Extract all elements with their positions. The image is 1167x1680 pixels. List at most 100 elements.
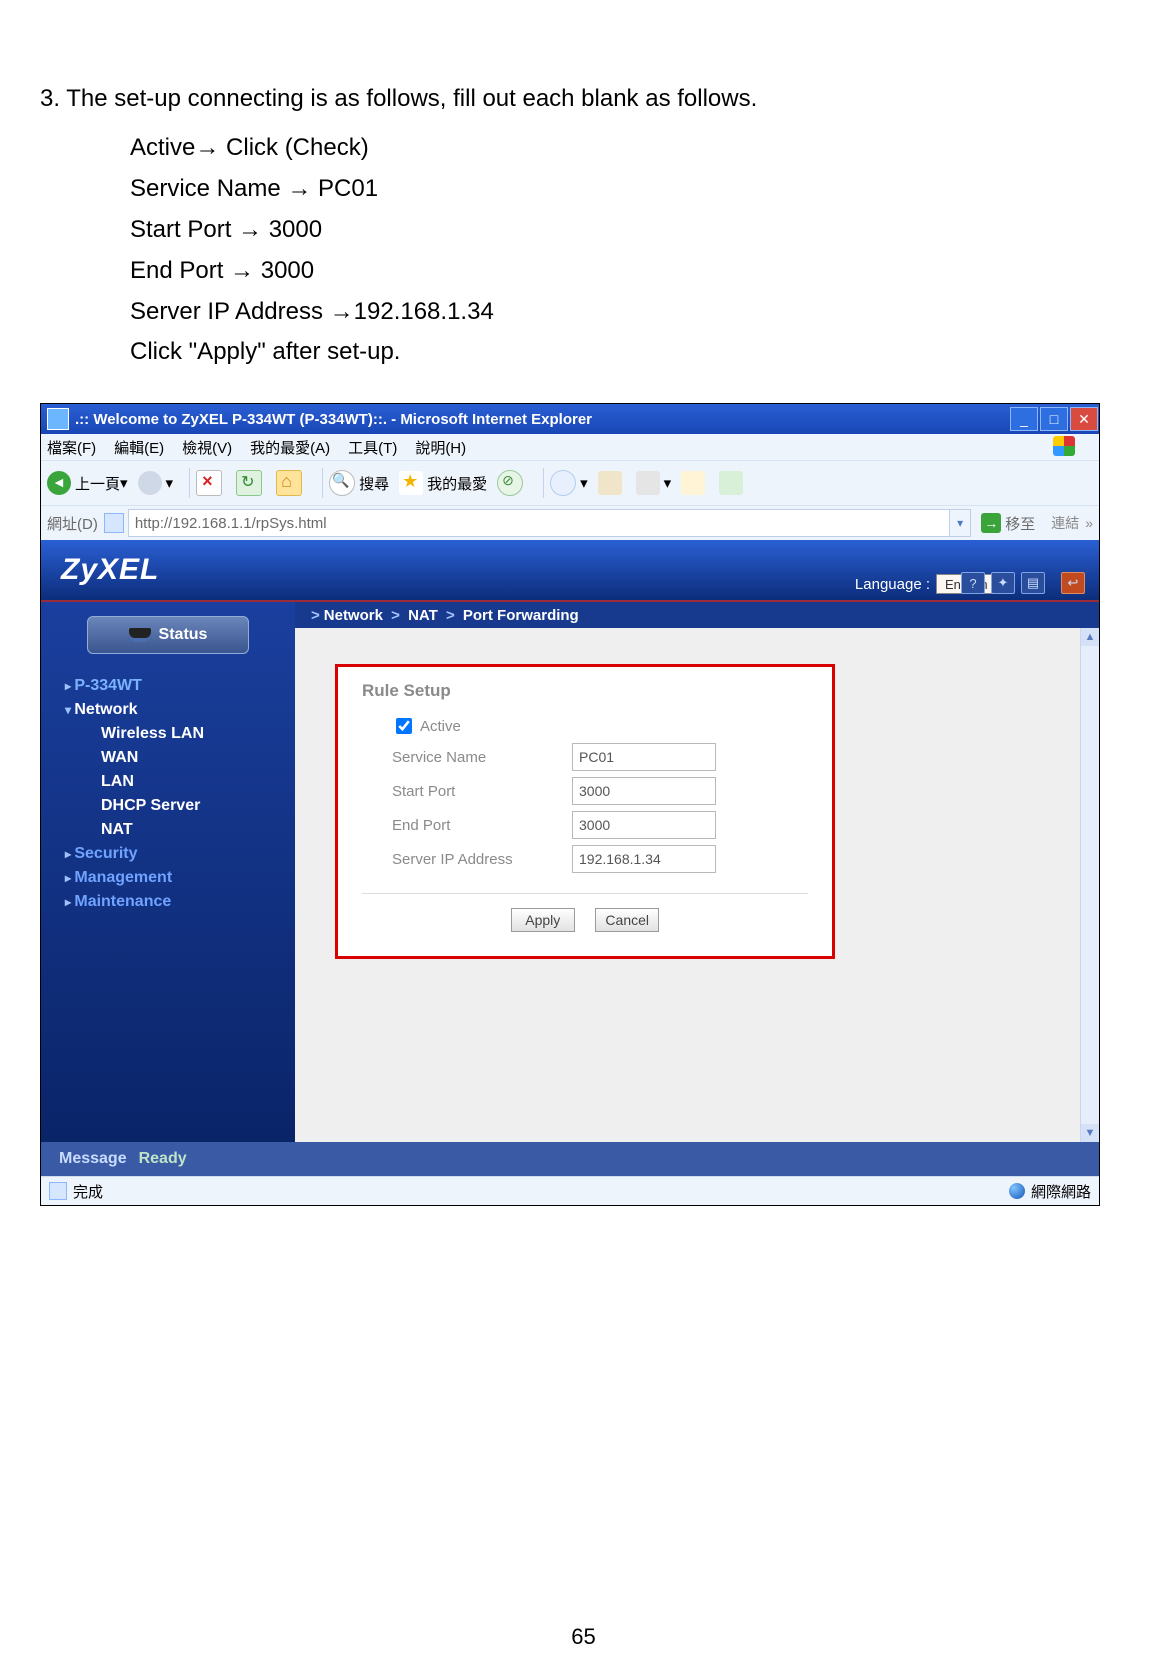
rule-setup-panel: Rule Setup Active Service Name Start Por… <box>335 664 835 959</box>
instruction-step: 3. The set-up connecting is as follows, … <box>40 80 1127 118</box>
app-header: ZyXEL Language : English ? ✦ ▤ ↩ <box>41 540 1099 602</box>
menu-edit[interactable]: 編輯(E) <box>114 437 164 458</box>
globe-icon <box>1009 1183 1025 1199</box>
forward-button[interactable]: ▾ <box>138 471 174 495</box>
minimize-button[interactable]: _ <box>1010 407 1038 431</box>
message-bar: Message Ready <box>41 1142 1099 1176</box>
toolbar: 上一頁 ▾ ▾ 搜尋 我的最愛 ▾ ▾ <box>41 460 1099 506</box>
instruction-active: Active→ Click (Check) <box>130 128 1127 169</box>
windows-flag-icon <box>1053 436 1075 456</box>
close-button[interactable]: ✕ <box>1070 407 1098 431</box>
apply-button[interactable]: Apply <box>511 908 575 932</box>
sidebar: Status P-334WT Network Wireless LAN WAN … <box>41 602 295 1142</box>
crumb-port-forwarding: Port Forwarding <box>463 607 579 624</box>
menu-bar: 檔案(F) 編輯(E) 檢視(V) 我的最愛(A) 工具(T) 說明(H) <box>41 434 1099 460</box>
sidebar-lan[interactable]: LAN <box>41 770 295 794</box>
print-button[interactable]: ▾ <box>636 471 672 495</box>
instruction-service: Service Name → PC01 <box>130 169 1127 210</box>
edit-icon <box>681 471 705 495</box>
breadcrumb: >Network > NAT > Port Forwarding <box>295 602 1099 628</box>
panel-title: Rule Setup <box>362 681 808 701</box>
page-icon <box>104 513 124 533</box>
search-icon <box>329 470 355 496</box>
message-label: Message <box>59 1150 127 1168</box>
instruction-apply: Click "Apply" after set-up. <box>130 332 1127 373</box>
scrollbar-vertical[interactable]: ▲ ▼ <box>1080 628 1099 1142</box>
cancel-button[interactable]: Cancel <box>595 908 659 932</box>
sidebar-status[interactable]: Status <box>87 616 249 654</box>
sidebar-security[interactable]: Security <box>41 842 295 866</box>
active-label: Active <box>420 718 461 735</box>
back-button[interactable]: 上一頁 ▾ <box>47 471 128 495</box>
back-icon <box>47 471 71 495</box>
go-button[interactable]: →移至 <box>981 513 1035 534</box>
start-port-input[interactable] <box>572 777 716 805</box>
address-bar: 網址(D) ▾ →移至 連結» <box>41 506 1099 540</box>
server-ip-label: Server IP Address <box>392 851 572 868</box>
home-icon <box>276 470 302 496</box>
end-port-input[interactable] <box>572 811 716 839</box>
app-body: Status P-334WT Network Wireless LAN WAN … <box>41 602 1099 1142</box>
forward-icon <box>138 471 162 495</box>
service-name-input[interactable] <box>572 743 716 771</box>
sidebar-network[interactable]: Network <box>41 698 295 722</box>
menu-tools[interactable]: 工具(T) <box>348 437 397 458</box>
site-icon[interactable]: ▤ <box>1021 572 1045 594</box>
refresh-button[interactable] <box>236 470 266 496</box>
address-label: 網址(D) <box>47 513 98 534</box>
language-label: Language : <box>855 576 930 593</box>
home-button[interactable] <box>276 470 306 496</box>
ie-status-bar: 完成 網際網路 <box>41 1176 1099 1205</box>
sidebar-maintenance[interactable]: Maintenance <box>41 890 295 914</box>
start-port-label: Start Port <box>392 783 572 800</box>
go-icon: → <box>981 513 1001 533</box>
sidebar-wireless-lan[interactable]: Wireless LAN <box>41 722 295 746</box>
media-button[interactable] <box>497 470 527 496</box>
media-icon <box>497 470 523 496</box>
sidebar-device[interactable]: P-334WT <box>41 674 295 698</box>
star-icon <box>399 471 423 495</box>
sidebar-nat[interactable]: NAT <box>41 818 295 842</box>
wizard-icon[interactable]: ✦ <box>991 572 1015 594</box>
discuss-button[interactable] <box>719 471 747 495</box>
scroll-up-icon[interactable]: ▲ <box>1081 628 1099 646</box>
browser-window: .:: Welcome to ZyXEL P-334WT (P-334WT)::… <box>40 403 1100 1206</box>
server-ip-input[interactable] <box>572 845 716 873</box>
address-dropdown[interactable]: ▾ <box>950 509 971 537</box>
refresh-icon <box>236 470 262 496</box>
edit-button[interactable] <box>681 471 709 495</box>
sidebar-management[interactable]: Management <box>41 866 295 890</box>
menu-help[interactable]: 說明(H) <box>415 437 466 458</box>
window-titlebar: .:: Welcome to ZyXEL P-334WT (P-334WT)::… <box>41 404 1099 434</box>
mail-button[interactable] <box>598 471 626 495</box>
page-number: 65 <box>0 1624 1167 1650</box>
logout-icon[interactable]: ↩ <box>1061 572 1085 594</box>
active-checkbox[interactable] <box>396 718 412 734</box>
sidebar-dhcp[interactable]: DHCP Server <box>41 794 295 818</box>
stop-button[interactable] <box>196 470 226 496</box>
window-title: .:: Welcome to ZyXEL P-334WT (P-334WT)::… <box>75 411 1009 428</box>
mail-icon <box>598 471 622 495</box>
scroll-down-icon[interactable]: ▼ <box>1081 1124 1099 1142</box>
instruction-ip: Server IP Address →192.168.1.34 <box>130 292 1127 333</box>
links-label[interactable]: 連結 <box>1051 513 1079 533</box>
discuss-icon <box>719 471 743 495</box>
address-input[interactable] <box>128 509 950 537</box>
history-button[interactable]: ▾ <box>550 470 588 496</box>
main-panel: >Network > NAT > Port Forwarding Rule Se… <box>295 602 1099 1142</box>
instruction-start: Start Port → 3000 <box>130 210 1127 251</box>
help-icon[interactable]: ? <box>961 572 985 594</box>
search-button[interactable]: 搜尋 <box>329 470 389 496</box>
favorites-button[interactable]: 我的最愛 <box>399 471 487 495</box>
status-page-icon <box>49 1182 67 1200</box>
service-name-label: Service Name <box>392 749 572 766</box>
maximize-button[interactable]: □ <box>1040 407 1068 431</box>
sidebar-wan[interactable]: WAN <box>41 746 295 770</box>
status-done: 完成 <box>73 1181 103 1202</box>
status-zone: 網際網路 <box>1031 1181 1091 1202</box>
menu-view[interactable]: 檢視(V) <box>182 437 232 458</box>
ie-icon <box>47 408 69 430</box>
menu-favorites[interactable]: 我的最愛(A) <box>250 437 330 458</box>
menu-file[interactable]: 檔案(F) <box>47 437 96 458</box>
print-icon <box>636 471 660 495</box>
